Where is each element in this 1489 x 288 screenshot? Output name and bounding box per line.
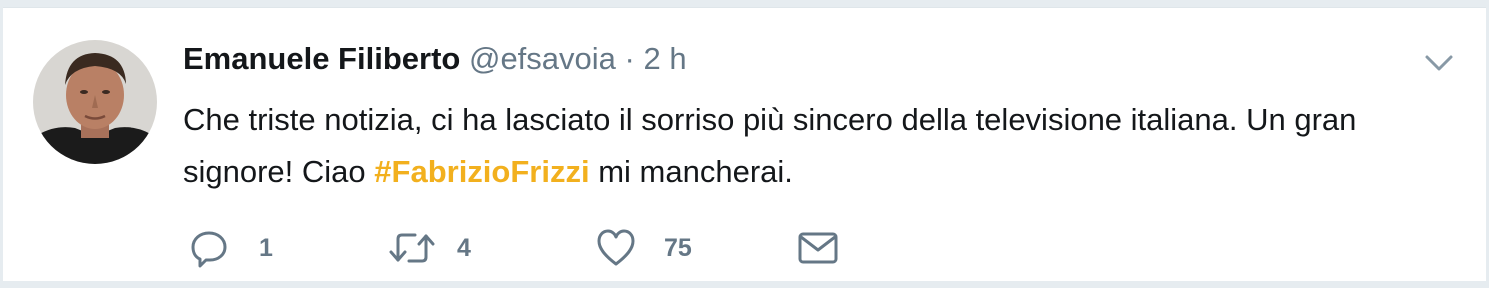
retweet-count: 4 (457, 233, 471, 262)
heart-icon (597, 229, 635, 266)
chevron-down-icon[interactable] (1422, 46, 1456, 80)
avatar[interactable] (33, 40, 157, 164)
retweet-icon (389, 233, 435, 263)
reply-icon (191, 231, 227, 268)
avatar-image (33, 40, 157, 164)
author-handle[interactable]: @efsavoia (469, 41, 616, 76)
like-count: 75 (664, 233, 692, 262)
tweet-text-part2: mi mancherai. (589, 154, 793, 189)
envelope-icon (798, 232, 838, 264)
reply-button[interactable]: 1 (189, 226, 273, 270)
direct-message-button[interactable] (797, 226, 839, 270)
hashtag-link[interactable]: #FabrizioFrizzi (374, 154, 589, 189)
tweet-header: Emanuele Filiberto @efsavoia · 2 h (183, 39, 687, 79)
like-button[interactable]: 75 (596, 226, 692, 270)
tweet-text: Che triste notizia, ci ha lasciato il so… (183, 94, 1463, 198)
reply-count: 1 (259, 233, 273, 262)
retweet-button[interactable]: 4 (389, 226, 471, 270)
timestamp[interactable]: 2 h (643, 41, 686, 76)
header-separator: · (624, 41, 635, 76)
tweet-card[interactable]: Emanuele Filiberto @efsavoia · 2 h Che t… (3, 7, 1486, 281)
author-name[interactable]: Emanuele Filiberto (183, 41, 460, 76)
